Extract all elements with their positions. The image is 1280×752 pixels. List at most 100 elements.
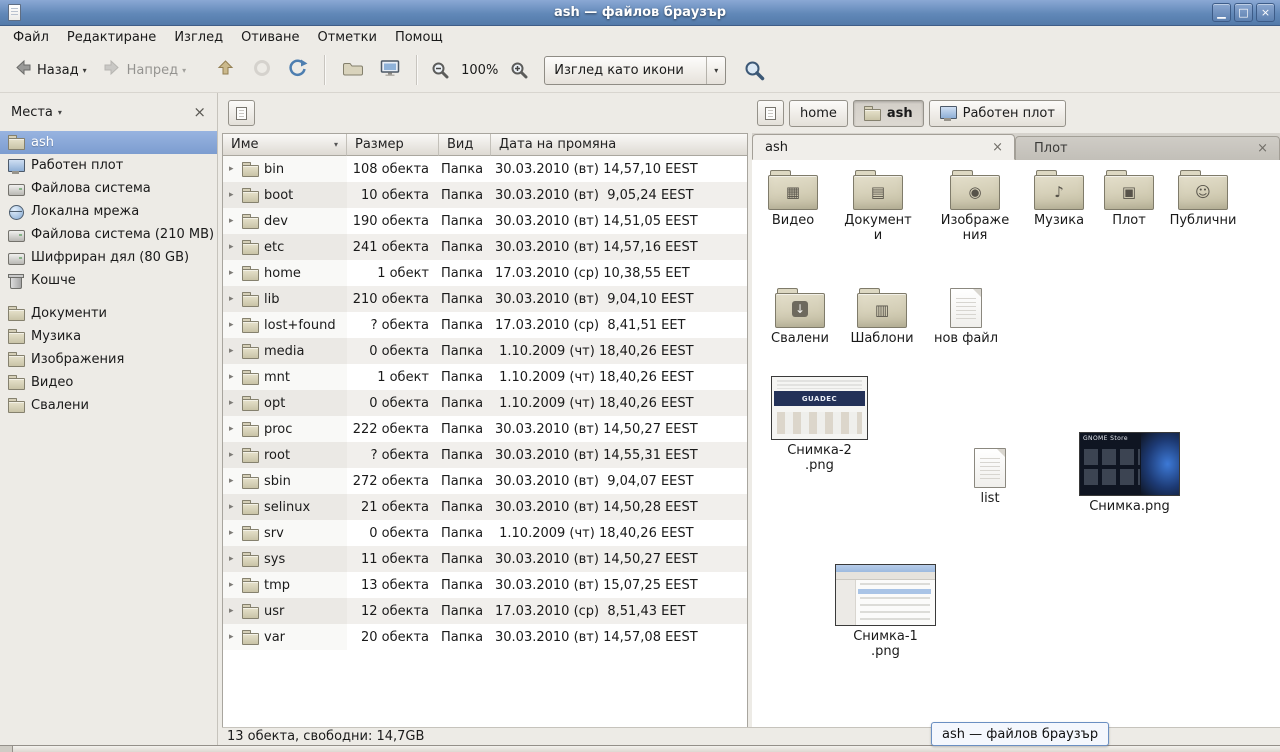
- table-row[interactable]: ▸ usr 12 обекта Папка 17.03.2010 (ср) 8,…: [223, 598, 747, 624]
- expander-icon[interactable]: ▸: [229, 346, 237, 356]
- expander-icon[interactable]: ▸: [229, 424, 237, 434]
- folder-music[interactable]: ♪ Музика: [1025, 170, 1093, 228]
- folder-documents[interactable]: ▤ Документи: [841, 170, 915, 243]
- column-header-size[interactable]: Размер: [347, 134, 439, 156]
- column-header-date[interactable]: Дата на промяна: [491, 134, 747, 156]
- sidebar-item-music[interactable]: Музика: [0, 325, 217, 348]
- table-row[interactable]: ▸ opt 0 обекта Папка 1.10.2009 (чт) 18,4…: [223, 390, 747, 416]
- sidebar-item-desktop[interactable]: Работен плот: [0, 154, 217, 177]
- expander-icon[interactable]: ▸: [229, 164, 237, 174]
- computer-button[interactable]: [373, 55, 407, 85]
- folder-video[interactable]: ▦ Видео: [757, 170, 829, 228]
- table-row[interactable]: ▸ lib 210 обекта Папка 30.03.2010 (вт) 9…: [223, 286, 747, 312]
- close-button[interactable]: ×: [1256, 3, 1275, 22]
- titlebar[interactable]: ash — файлов браузър ▁ □ ×: [0, 0, 1280, 26]
- expander-icon[interactable]: ▸: [229, 632, 237, 642]
- file-snimka[interactable]: GNOME Store Снимка.png: [1078, 432, 1181, 514]
- menu-item[interactable]: Изглед: [165, 28, 232, 47]
- table-row[interactable]: ▸ sys 11 обекта Папка 30.03.2010 (вт) 14…: [223, 546, 747, 572]
- expander-icon[interactable]: ▸: [229, 372, 237, 382]
- places-title[interactable]: Места: [11, 105, 53, 120]
- tab-plot[interactable]: Плот ×: [1015, 136, 1280, 160]
- expander-icon[interactable]: ▸: [229, 268, 237, 278]
- table-row[interactable]: ▸ root ? обекта Папка 30.03.2010 (вт) 14…: [223, 442, 747, 468]
- folder-desktop[interactable]: ▣ Плот: [1097, 170, 1161, 228]
- table-row[interactable]: ▸ dev 190 обекта Папка 30.03.2010 (вт) 1…: [223, 208, 747, 234]
- table-row[interactable]: ▸ var 20 обекта Папка 30.03.2010 (вт) 14…: [223, 624, 747, 650]
- expander-icon[interactable]: ▸: [229, 398, 237, 408]
- file-list[interactable]: list: [958, 448, 1022, 506]
- stop-button[interactable]: [245, 54, 279, 86]
- expander-icon[interactable]: ▸: [229, 580, 237, 590]
- sidebar-item-filesystem-210[interactable]: Файлова система (210 MB): [0, 223, 217, 246]
- path-button-ash[interactable]: ash: [853, 100, 924, 127]
- folder-downloads[interactable]: ↓ Свалени: [764, 288, 836, 346]
- sidebar-item-trash[interactable]: Кошче: [0, 269, 217, 292]
- icon-view[interactable]: ▦ Видео ▤ Документи ◉ Изображения ♪ Музи…: [752, 160, 1280, 727]
- zoom-in-button[interactable]: [506, 57, 532, 83]
- view-mode-select[interactable]: Изглед като икони ▾: [544, 56, 726, 85]
- file-snimka-1[interactable]: Снимка-1.png: [834, 564, 937, 659]
- table-row[interactable]: ▸ media 0 обекта Папка 1.10.2009 (чт) 18…: [223, 338, 747, 364]
- expander-icon[interactable]: ▸: [229, 606, 237, 616]
- table-row[interactable]: ▸ srv 0 обекта Папка 1.10.2009 (чт) 18,4…: [223, 520, 747, 546]
- location-button[interactable]: [757, 100, 784, 126]
- expander-icon[interactable]: ▸: [229, 242, 237, 252]
- sidebar-item-filesystem[interactable]: Файлова система: [0, 177, 217, 200]
- sidebar-close-button[interactable]: ×: [193, 103, 206, 121]
- path-button-home[interactable]: home: [789, 100, 848, 127]
- column-header-name[interactable]: Име ▾: [223, 134, 347, 156]
- forward-button[interactable]: Напред ▾: [96, 54, 194, 86]
- menu-item[interactable]: Отиване: [232, 28, 308, 47]
- back-button[interactable]: Назад ▾: [6, 54, 94, 86]
- path-button-desktop[interactable]: Работен плот: [929, 100, 1066, 127]
- home-button[interactable]: [335, 55, 371, 85]
- folder-pictures[interactable]: ◉ Изображения: [937, 170, 1013, 243]
- expander-icon[interactable]: ▸: [229, 190, 237, 200]
- file-snimka-2[interactable]: GUADEC Снимка-2.png: [770, 376, 869, 473]
- sidebar-item-ash[interactable]: ash: [0, 131, 217, 154]
- places-caret-icon[interactable]: ▾: [58, 108, 62, 117]
- table-row[interactable]: ▸ sbin 272 обекта Папка 30.03.2010 (вт) …: [223, 468, 747, 494]
- minimize-button[interactable]: ▁: [1212, 3, 1231, 22]
- table-row[interactable]: ▸ proc 222 обекта Папка 30.03.2010 (вт) …: [223, 416, 747, 442]
- table-row[interactable]: ▸ selinux 21 обекта Папка 30.03.2010 (вт…: [223, 494, 747, 520]
- expander-icon[interactable]: ▸: [229, 554, 237, 564]
- menu-item[interactable]: Редактиране: [58, 28, 165, 47]
- expander-icon[interactable]: ▸: [229, 294, 237, 304]
- expander-icon[interactable]: ▸: [229, 216, 237, 226]
- table-row[interactable]: ▸ home 1 обект Папка 17.03.2010 (ср) 10,…: [223, 260, 747, 286]
- search-button[interactable]: [740, 56, 769, 85]
- menu-item[interactable]: Отметки: [308, 28, 385, 47]
- zoom-out-button[interactable]: [427, 57, 453, 83]
- table-row[interactable]: ▸ lost+found ? обекта Папка 17.03.2010 (…: [223, 312, 747, 338]
- column-header-type[interactable]: Вид: [439, 134, 491, 156]
- sidebar-item-encrypted[interactable]: Шифриран дял (80 GB): [0, 246, 217, 269]
- expander-icon[interactable]: ▸: [229, 320, 237, 330]
- table-row[interactable]: ▸ etc 241 обекта Папка 30.03.2010 (вт) 1…: [223, 234, 747, 260]
- table-row[interactable]: ▸ tmp 13 обекта Папка 30.03.2010 (вт) 15…: [223, 572, 747, 598]
- expander-icon[interactable]: ▸: [229, 450, 237, 460]
- menu-item[interactable]: Файл: [4, 28, 58, 47]
- sidebar-item-network[interactable]: Локална мрежа: [0, 200, 217, 223]
- menu-item[interactable]: Помощ: [386, 28, 452, 47]
- up-button[interactable]: [209, 54, 243, 86]
- table-row[interactable]: ▸ bin 108 обекта Папка 30.03.2010 (вт) 1…: [223, 156, 747, 182]
- show-desktop-button[interactable]: [0, 746, 13, 752]
- table-row[interactable]: ▸ mnt 1 обект Папка 1.10.2009 (чт) 18,40…: [223, 364, 747, 390]
- sidebar-item-videos[interactable]: Видео: [0, 371, 217, 394]
- location-button[interactable]: [228, 100, 255, 126]
- sidebar-item-pictures[interactable]: Изображения: [0, 348, 217, 371]
- file-new-file[interactable]: нов файл: [930, 288, 1002, 346]
- folder-templates[interactable]: ▥ Шаблони: [846, 288, 918, 346]
- table-row[interactable]: ▸ boot 10 обекта Папка 30.03.2010 (вт) 9…: [223, 182, 747, 208]
- sidebar-item-downloads[interactable]: Свалени: [0, 394, 217, 417]
- sidebar-item-documents[interactable]: Документи: [0, 302, 217, 325]
- expander-icon[interactable]: ▸: [229, 476, 237, 486]
- tab-ash[interactable]: ash ×: [752, 134, 1015, 160]
- tab-close-icon[interactable]: ×: [1254, 141, 1271, 156]
- reload-button[interactable]: [281, 54, 315, 86]
- folder-public[interactable]: ☺ Публични: [1166, 170, 1240, 228]
- expander-icon[interactable]: ▸: [229, 502, 237, 512]
- tab-close-icon[interactable]: ×: [989, 140, 1006, 155]
